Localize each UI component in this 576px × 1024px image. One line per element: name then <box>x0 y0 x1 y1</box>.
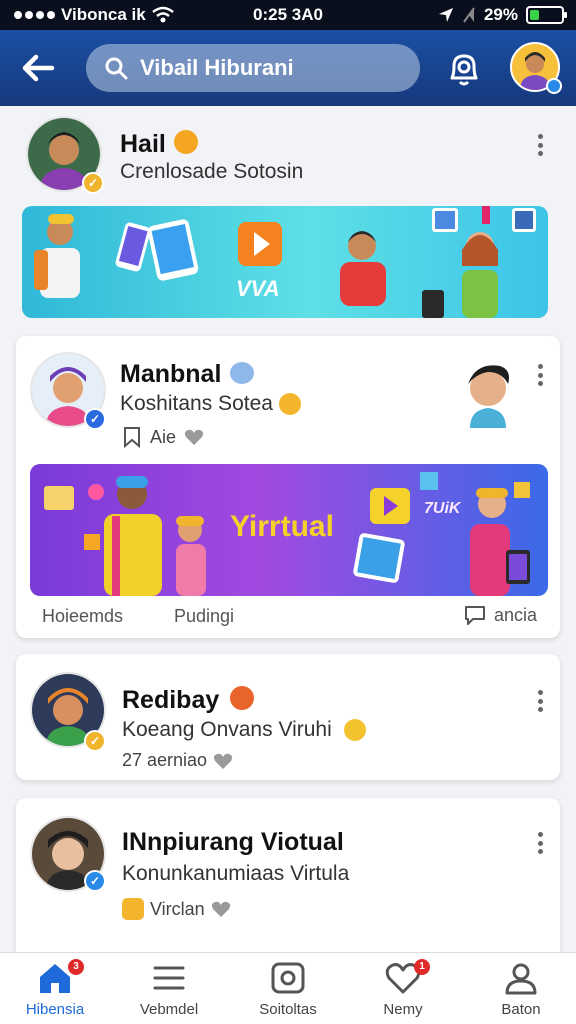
nav-label: Soitoltas <box>259 1001 317 1018</box>
more-options-icon[interactable] <box>530 132 550 158</box>
comment-label: ancia <box>494 604 538 625</box>
location-arrow-icon <box>438 8 453 22</box>
heart-icon <box>213 753 233 769</box>
post-subtitle: Konunkanumiaas Virtula <box>122 862 350 885</box>
banner-label: VVA <box>236 276 280 301</box>
nav-label: Baton <box>501 1001 541 1018</box>
photo-icon <box>271 962 305 994</box>
post-card[interactable]: ✓ Redibay Koeang Onvans Viruhi 27 aernia… <box>16 654 560 780</box>
post-action-left[interactable]: Hoieemds <box>42 606 123 627</box>
post-subtitle-text: Koeang Onvans Viruhi <box>122 718 332 741</box>
notifications-button[interactable] <box>442 46 486 90</box>
signal-icon <box>463 7 475 23</box>
post-meta-text: Aie <box>150 426 177 447</box>
verified-badge: ✓ <box>84 730 106 752</box>
nav-item-menu[interactable]: Vebmdel <box>114 953 224 1024</box>
heart-icon <box>211 901 230 917</box>
arrow-left-icon <box>22 54 55 82</box>
battery-icon <box>526 6 567 24</box>
nav-item-profile[interactable]: Baton <box>466 953 576 1024</box>
nav-item-photos[interactable]: Soitoltas <box>233 953 343 1024</box>
post-subtitle: Koshitans Sotea <box>120 392 301 416</box>
online-status-badge <box>546 78 562 94</box>
battery-fill <box>530 10 539 20</box>
post-meta-text: 27 aerniao <box>122 750 208 770</box>
heart-icon <box>184 429 204 445</box>
post-author-name[interactable]: Hail <box>120 130 166 159</box>
notification-count-badge: 3 <box>68 959 84 975</box>
notification-count-badge: 1 <box>414 959 430 975</box>
post-meta: Virclan <box>122 898 231 920</box>
more-options-icon[interactable] <box>530 688 550 714</box>
verified-emoji-icon <box>230 362 254 384</box>
smile-emoji-icon <box>343 719 366 742</box>
post-subtitle: Koeang Onvans Viruhi <box>122 718 366 742</box>
post-card[interactable]: ✓ Hail Crenlosade Sotosin VVA <box>16 110 560 328</box>
app-header <box>0 30 576 106</box>
back-button[interactable] <box>18 48 58 88</box>
search-input[interactable] <box>140 55 390 81</box>
nav-label: Vebmdel <box>139 1001 199 1018</box>
post-author-name[interactable]: Manbnal <box>120 360 221 389</box>
post-card[interactable]: ✓ INnpiurang Viotual Konunkanumiaas Virt… <box>16 798 560 952</box>
post-action-middle[interactable]: Pudingi <box>174 606 234 627</box>
more-options-icon[interactable] <box>530 362 550 388</box>
flame-emoji-icon <box>230 686 254 710</box>
verified-badge: ✓ <box>82 172 104 194</box>
search-icon <box>105 57 128 80</box>
post-author-name[interactable]: INnpiurang Viotual <box>122 828 344 857</box>
feed: ✓ Hail Crenlosade Sotosin VVA ✓ Manbnal … <box>0 106 576 952</box>
verified-badge: ✓ <box>84 870 106 892</box>
coin-emoji-icon <box>278 393 301 416</box>
post-subtitle-text: Koshitans Sotea <box>120 392 273 415</box>
promo-banner[interactable]: VVA <box>22 206 548 318</box>
banner-illustration <box>34 206 536 318</box>
cartoon-avatar-corner-image <box>456 358 520 428</box>
battery-percent: 29% <box>483 5 518 24</box>
bookmark-icon[interactable] <box>122 426 142 448</box>
notification-bell-icon <box>450 54 478 86</box>
banner-tag: 7UiK <box>424 500 461 517</box>
post-subtitle: Crenlosade Sotosin <box>120 160 304 183</box>
nav-label: Nemy <box>383 1001 423 1018</box>
more-options-icon[interactable] <box>530 830 550 856</box>
post-meta: 27 aerniao <box>122 750 233 771</box>
nav-item-home[interactable]: 3 Hibensia <box>0 953 110 1024</box>
promo-banner[interactable]: Yirrtual 7UiK <box>30 464 548 596</box>
profile-icon <box>505 963 537 995</box>
bottom-navigation: 3 Hibensia Vebmdel Soitoltas 1 Nemy Bato… <box>0 952 576 1024</box>
status-right: 29% <box>438 5 567 25</box>
nav-item-likes[interactable]: 1 Nemy <box>348 953 458 1024</box>
search-bar[interactable] <box>86 44 420 92</box>
post-meta: Aie <box>122 426 204 448</box>
status-bar: Vibonca ik 0:25 3A0 29% <box>0 0 576 30</box>
post-card[interactable]: ✓ Manbnal Koshitans Sotea Aie Yirrtual 7… <box>16 336 560 638</box>
post-author-name[interactable]: Redibay <box>122 686 219 715</box>
coin-emoji-icon <box>122 898 144 920</box>
post-meta-text: Virclan <box>150 898 205 919</box>
verified-badge: ✓ <box>84 408 106 430</box>
banner-title: Yirrtual <box>230 510 334 543</box>
nav-label: Hibensia <box>25 1001 85 1018</box>
comment-icon <box>465 606 485 625</box>
sparkle-emoji-icon <box>174 130 198 154</box>
comment-button[interactable]: ancia <box>464 604 537 626</box>
menu-icon <box>153 966 185 990</box>
